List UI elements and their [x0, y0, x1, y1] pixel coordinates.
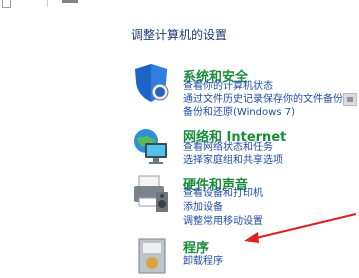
red-arrow-icon — [244, 213, 357, 243]
